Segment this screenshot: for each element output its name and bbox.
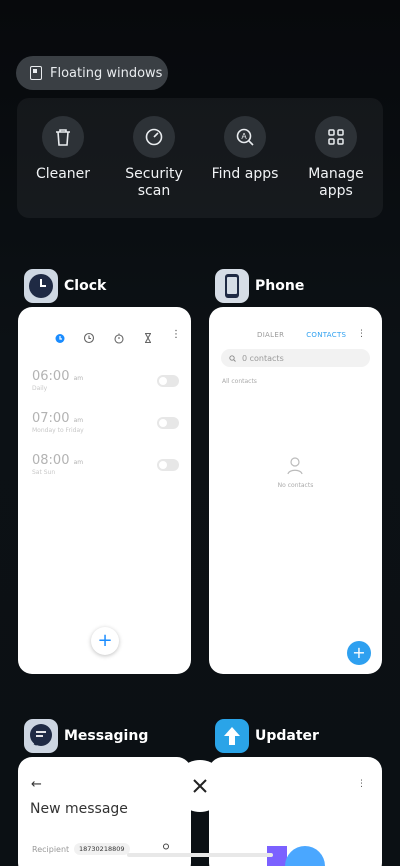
alarm-tab-icon[interactable] [54, 329, 66, 348]
alarm-time: 07:00 [32, 411, 70, 426]
updater-app-icon [215, 719, 249, 753]
manage-apps-button[interactable]: Manage apps [291, 116, 381, 200]
alarm-toggle[interactable] [157, 375, 179, 387]
home-indicator[interactable] [127, 853, 273, 857]
phone-app-card[interactable]: DIALER CONTACTS ⋮ 0 contacts All contact… [209, 307, 382, 674]
phone-tabs: DIALER CONTACTS [257, 331, 346, 339]
cleaner-button[interactable]: Cleaner [18, 116, 108, 183]
messaging-app-card[interactable]: ← New message Recipient 18730218809 [18, 757, 191, 866]
add-alarm-button[interactable]: + [91, 627, 119, 655]
find-apps-icon: A [224, 116, 266, 158]
close-icon [193, 779, 207, 793]
find-apps-label: Find apps [211, 166, 279, 182]
alarm-ampm: am [73, 417, 84, 424]
alarm-row[interactable]: 07:00 am Monday to Friday [32, 411, 179, 451]
more-options-icon[interactable]: ⋮ [357, 779, 366, 789]
tab-dialer[interactable]: DIALER [257, 331, 284, 339]
clock-app-icon [24, 269, 58, 303]
quick-actions-panel: Cleaner Security scan A Find apps Manage… [17, 98, 383, 218]
updater-app-name: Updater [255, 728, 319, 744]
phone-app-name: Phone [255, 278, 305, 294]
messaging-app-icon [24, 719, 58, 753]
clock-app-name: Clock [64, 278, 107, 294]
alarm-ampm: am [73, 459, 84, 466]
find-apps-button[interactable]: A Find apps [200, 116, 290, 183]
phone-app-icon [215, 269, 249, 303]
alarm-time: 06:00 [32, 369, 70, 384]
search-icon [229, 354, 236, 362]
alarm-row[interactable]: 08:00 am Sat Sun [32, 453, 179, 493]
floating-windows-label: Floating windows [50, 65, 163, 81]
world-clock-tab-icon[interactable] [83, 329, 95, 348]
contacts-search[interactable]: 0 contacts [221, 349, 370, 367]
recipient-chip[interactable]: 18730218809 [74, 843, 130, 855]
alarm-toggle[interactable] [157, 459, 179, 471]
security-scan-label: Security scan [125, 166, 183, 199]
alarm-repeat: Monday to Friday [32, 427, 84, 434]
alarm-repeat: Daily [32, 385, 48, 392]
grid-icon [315, 116, 357, 158]
search-placeholder: 0 contacts [242, 353, 284, 363]
alarm-repeat: Sat Sun [32, 469, 56, 476]
alarm-row[interactable]: 06:00 am Daily [32, 369, 179, 409]
floating-window-icon [30, 66, 42, 80]
timer-tab-icon[interactable] [142, 329, 154, 348]
recipient-label: Recipient [32, 845, 70, 854]
messaging-app-name: Messaging [64, 728, 149, 744]
update-illustration-circle [285, 846, 325, 866]
alarm-ampm: am [73, 375, 84, 382]
security-icon [133, 116, 175, 158]
svg-text:A: A [241, 132, 247, 141]
back-arrow-icon[interactable]: ← [31, 777, 42, 792]
new-message-title: New message [30, 801, 128, 817]
clear-all-button[interactable] [174, 760, 226, 812]
all-contacts-label: All contacts [222, 378, 257, 385]
alarm-time: 08:00 [32, 453, 70, 468]
more-options-icon[interactable]: ⋮ [357, 329, 366, 339]
updater-app-card[interactable]: ⋮ [209, 757, 382, 866]
security-scan-button[interactable]: Security scan [109, 116, 199, 200]
clock-app-card[interactable]: ⋮ 06:00 am Daily 07:00 am Monday to Frid… [18, 307, 191, 674]
floating-windows-button[interactable]: Floating windows [16, 56, 168, 90]
add-contact-button[interactable]: + [347, 641, 371, 665]
more-options-icon[interactable]: ⋮ [171, 329, 181, 348]
clock-tabs: ⋮ [54, 329, 181, 348]
stopwatch-tab-icon[interactable] [113, 329, 125, 348]
cleaner-label: Cleaner [35, 166, 91, 182]
no-contacts-label: No contacts [277, 482, 314, 489]
clock-app-header[interactable]: Clock [24, 269, 106, 303]
trash-icon [42, 116, 84, 158]
messaging-app-header[interactable]: Messaging [24, 719, 148, 753]
manage-apps-label: Manage apps [308, 166, 364, 199]
person-icon [287, 457, 303, 475]
alarm-toggle[interactable] [157, 417, 179, 429]
phone-app-header[interactable]: Phone [215, 269, 304, 303]
tab-contacts[interactable]: CONTACTS [306, 331, 346, 339]
updater-app-header[interactable]: Updater [215, 719, 319, 753]
